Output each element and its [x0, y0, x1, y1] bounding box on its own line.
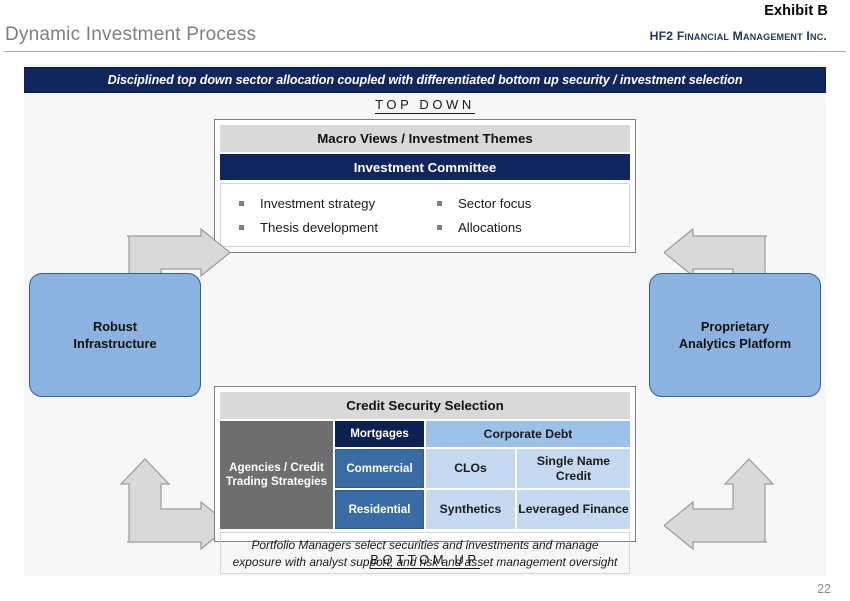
exhibit-label: Exhibit B: [764, 3, 828, 19]
left-box-line2: Infrastructure: [73, 336, 157, 351]
banner-strip: Disciplined top down sector allocation c…: [24, 67, 826, 93]
top-down-label: TOP DOWN: [24, 97, 826, 114]
macro-views-header: Macro Views / Investment Themes: [220, 125, 630, 152]
credit-security-selection-header: Credit Security Selection: [220, 392, 630, 419]
bullet-column-left: Investment strategy Thesis development: [221, 191, 431, 246]
bottom-up-text: BOTTOM UP: [370, 552, 480, 569]
square-bullet-icon: [437, 224, 442, 230]
bullet-label: Thesis development: [260, 219, 379, 235]
right-box-line2: Analytics Platform: [678, 336, 792, 351]
cell-single-name-credit[interactable]: Single Name Credit: [517, 449, 630, 488]
square-bullet-icon: [437, 200, 442, 206]
brand-rest: Financial Management Inc.: [673, 29, 827, 43]
bullet-label: Investment strategy: [260, 195, 376, 211]
bullet-item: Thesis development: [239, 215, 431, 239]
cell-mortgages[interactable]: Mortgages: [335, 421, 424, 447]
left-box-text: Robust Infrastructure: [73, 318, 156, 353]
banner-text: Disciplined top down sector allocation c…: [107, 73, 743, 87]
bullet-column-right: Sector focus Allocations: [431, 191, 629, 246]
proprietary-analytics-platform-box[interactable]: Proprietary Analytics Platform: [649, 273, 821, 397]
left-box-line1: Robust: [92, 318, 138, 334]
right-box-text: Proprietary Analytics Platform: [679, 318, 791, 353]
page-title: Dynamic Investment Process: [5, 24, 257, 45]
header-divider: [4, 51, 846, 52]
bullet-item: Investment strategy: [239, 191, 431, 215]
right-box-line1: Proprietary: [700, 318, 770, 334]
brand-lead: HF2: [649, 29, 674, 43]
diagram-panel: Disciplined top down sector allocation c…: [24, 64, 826, 576]
selection-grid: Mortgages Corporate Debt Agencies / Cred…: [220, 421, 630, 529]
bullet-item: Sector focus: [437, 191, 629, 215]
investment-committee-body: Investment strategy Thesis development S…: [220, 183, 630, 247]
top-down-card: Macro Views / Investment Themes Investme…: [214, 119, 636, 253]
bottom-up-label: BOTTOM UP: [24, 552, 826, 569]
square-bullet-icon: [239, 200, 244, 206]
page-number: 22: [817, 582, 831, 596]
cell-corporate-debt[interactable]: Corporate Debt: [426, 421, 630, 447]
cell-commercial[interactable]: Commercial: [335, 449, 424, 488]
arrow-bottom-left-bent-icon: [112, 458, 231, 555]
arrow-bottom-right-bent-icon: [663, 458, 782, 555]
robust-infrastructure-box[interactable]: Robust Infrastructure: [29, 273, 201, 397]
square-bullet-icon: [239, 224, 244, 230]
bullet-item: Allocations: [437, 215, 629, 239]
bullet-label: Sector focus: [458, 195, 532, 211]
cell-synthetics[interactable]: Synthetics: [426, 490, 515, 529]
slide-canvas: Exhibit B Dynamic Investment Process HF2…: [0, 0, 850, 601]
company-logo-text: HF2 Financial Management Inc.: [650, 29, 827, 43]
cell-residential[interactable]: Residential: [335, 490, 424, 529]
credit-security-selection-card: Credit Security Selection Mortgages Corp…: [214, 386, 636, 574]
top-down-text: TOP DOWN: [375, 97, 475, 114]
investment-committee-header: Investment Committee: [220, 154, 630, 180]
cell-leveraged-finance[interactable]: Leveraged Finance: [517, 490, 630, 529]
bullet-label: Allocations: [458, 219, 522, 235]
cell-agencies-credit-trading-strategies[interactable]: Agencies / Credit Trading Strategies: [220, 421, 333, 529]
cell-clos[interactable]: CLOs: [426, 449, 515, 488]
